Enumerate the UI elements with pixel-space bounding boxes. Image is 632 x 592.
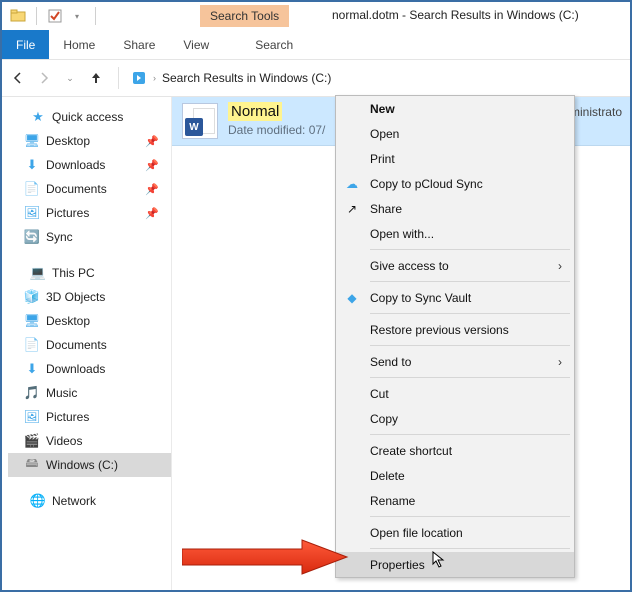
recent-dropdown-icon[interactable]: ⌄ [60, 68, 80, 88]
quick-access-toolbar: ▾ [2, 7, 100, 25]
tree-documents-2[interactable]: 📄Documents [8, 333, 171, 357]
tree-network[interactable]: 🌐Network [8, 489, 171, 513]
checkbox-icon[interactable] [47, 8, 63, 24]
back-button[interactable] [8, 68, 28, 88]
tree-windows-c[interactable]: 🖴Windows (C:) [8, 453, 171, 477]
tree-downloads-2[interactable]: ⬇Downloads [8, 357, 171, 381]
titlebar: ▾ Search Tools normal.dotm - Search Resu… [2, 2, 630, 30]
music-icon: 🎵 [24, 385, 40, 401]
menu-open-with[interactable]: Open with... [336, 221, 574, 246]
desktop-icon: 🖥 [24, 313, 40, 329]
tab-view[interactable]: View [169, 30, 223, 59]
documents-icon: 📄 [24, 337, 40, 353]
menu-print[interactable]: Print [336, 146, 574, 171]
menu-create-shortcut[interactable]: Create shortcut [336, 438, 574, 463]
pc-icon: 💻 [30, 265, 46, 281]
tree-this-pc[interactable]: 💻This PC [8, 261, 171, 285]
menu-copy[interactable]: Copy [336, 406, 574, 431]
pin-icon: 📌 [145, 183, 159, 196]
tree-3d-objects[interactable]: 🧊3D Objects [8, 285, 171, 309]
menu-give-access[interactable]: Give access to› [336, 253, 574, 278]
tree-quick-access[interactable]: ★Quick access [8, 105, 171, 129]
menu-send-to[interactable]: Send to› [336, 349, 574, 374]
menu-open[interactable]: Open [336, 121, 574, 146]
menu-open-file-location[interactable]: Open file location [336, 520, 574, 545]
tree-pictures-2[interactable]: 🖼Pictures [8, 405, 171, 429]
menu-copy-pcloud[interactable]: ☁Copy to pCloud Sync [336, 171, 574, 196]
pin-icon: 📌 [145, 207, 159, 220]
menu-rename[interactable]: Rename [336, 488, 574, 513]
menu-copy-sync-vault[interactable]: ◆Copy to Sync Vault [336, 285, 574, 310]
result-date-modified: Date modified: 07/ [228, 123, 325, 137]
word-template-icon: W [182, 103, 218, 139]
result-filename: Normal [228, 102, 282, 121]
videos-icon: 🎬 [24, 433, 40, 449]
menu-restore-previous[interactable]: Restore previous versions [336, 317, 574, 342]
ribbon-tabs: File Home Share View Search [2, 30, 630, 60]
star-icon: ★ [30, 109, 46, 125]
menu-share[interactable]: ↗Share [336, 196, 574, 221]
pictures-icon: 🖼 [24, 205, 40, 221]
sync-icon: 🔄 [24, 229, 40, 245]
tree-videos[interactable]: 🎬Videos [8, 429, 171, 453]
downloads-icon: ⬇ [24, 361, 40, 377]
forward-button [34, 68, 54, 88]
search-tools-contextual-tab[interactable]: Search Tools [200, 5, 289, 27]
menu-cut[interactable]: Cut [336, 381, 574, 406]
chevron-right-icon: › [558, 355, 562, 369]
network-icon: 🌐 [30, 493, 46, 509]
tree-desktop[interactable]: 🖥Desktop📌 [8, 129, 171, 153]
tree-desktop-2[interactable]: 🖥Desktop [8, 309, 171, 333]
tab-search[interactable]: Search [241, 30, 307, 59]
menu-new[interactable]: New [336, 96, 574, 121]
tree-sync[interactable]: 🔄Sync [8, 225, 171, 249]
cursor-icon [432, 551, 446, 569]
desktop-icon: 🖥 [24, 133, 40, 149]
share-icon: ↗ [344, 201, 360, 217]
chevron-right-icon: › [558, 259, 562, 273]
tree-downloads[interactable]: ⬇Downloads📌 [8, 153, 171, 177]
vault-icon: ◆ [344, 290, 360, 306]
cloud-icon: ☁ [344, 176, 360, 192]
menu-properties[interactable]: Properties [336, 552, 574, 577]
documents-icon: 📄 [24, 181, 40, 197]
menu-delete[interactable]: Delete [336, 463, 574, 488]
navigation-bar: ⌄ › Search Results in Windows (C:) [2, 60, 630, 96]
pin-icon: 📌 [145, 159, 159, 172]
tab-file[interactable]: File [2, 30, 49, 59]
folder-icon [10, 8, 26, 24]
pictures-icon: 🖼 [24, 409, 40, 425]
context-menu: New Open Print ☁Copy to pCloud Sync ↗Sha… [335, 95, 575, 578]
tab-share[interactable]: Share [109, 30, 169, 59]
cube-icon: 🧊 [24, 289, 40, 305]
address-bar-text[interactable]: Search Results in Windows (C:) [162, 71, 331, 85]
navigation-tree: ★Quick access 🖥Desktop📌 ⬇Downloads📌 📄Doc… [2, 97, 172, 590]
tree-pictures[interactable]: 🖼Pictures📌 [8, 201, 171, 225]
tab-home[interactable]: Home [49, 30, 109, 59]
window-title: normal.dotm - Search Results in Windows … [332, 8, 579, 22]
drive-icon: 🖴 [24, 457, 40, 473]
downloads-icon: ⬇ [24, 157, 40, 173]
location-icon [131, 70, 147, 86]
pin-icon: 📌 [145, 135, 159, 148]
tree-music[interactable]: 🎵Music [8, 381, 171, 405]
tree-documents[interactable]: 📄Documents📌 [8, 177, 171, 201]
dropdown-icon[interactable]: ▾ [69, 8, 85, 24]
up-button[interactable] [86, 68, 106, 88]
